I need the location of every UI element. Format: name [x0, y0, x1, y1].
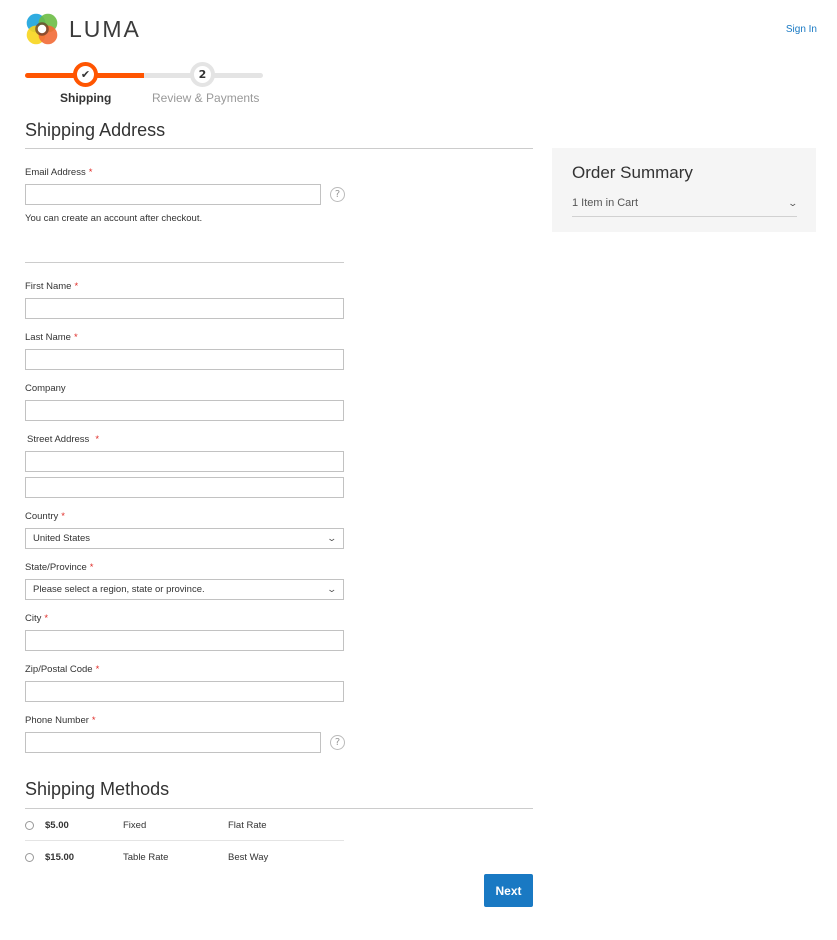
shipping-price: $5.00 [45, 819, 69, 831]
first-name-label: First Name * [25, 281, 79, 292]
email-input[interactable] [25, 184, 321, 205]
account-note: You can create an account after checkout… [25, 213, 203, 224]
shipping-price: $15.00 [45, 851, 75, 863]
divider [25, 262, 344, 263]
shipping-method-radio[interactable] [25, 820, 34, 830]
divider [25, 808, 533, 809]
state-select[interactable]: Please select a region, state or provinc… [25, 579, 344, 600]
shipping-method-row[interactable]: $5.00 Fixed Flat Rate [25, 815, 267, 835]
city-input[interactable] [25, 630, 344, 651]
shipping-method-name: Table Rate [123, 851, 169, 863]
chevron-down-icon: ⌄ [787, 197, 799, 208]
step-shipping-check-icon: ✔ [73, 62, 98, 87]
zip-input[interactable] [25, 681, 344, 702]
last-name-input[interactable] [25, 349, 344, 370]
luma-logo-icon [26, 13, 58, 45]
country-selected-value: United States [33, 533, 91, 544]
city-label: City * [25, 613, 49, 624]
items-in-cart-text: 1 Item in Cart [572, 197, 639, 209]
country-label: Country * [25, 511, 65, 522]
step-review-number: 2 [190, 62, 215, 87]
shipping-method-radio[interactable] [25, 852, 34, 862]
next-button[interactable]: Next [484, 874, 533, 907]
checkout-progress-bar: ✔ 2 Shipping Review & Payments [25, 62, 263, 106]
divider [25, 840, 344, 841]
step-review-payments-label: Review & Payments [152, 91, 260, 105]
shipping-address-title: Shipping Address [25, 120, 166, 140]
state-label: State/Province * [25, 562, 94, 573]
company-input[interactable] [25, 400, 344, 421]
last-name-label: Last Name * [25, 332, 78, 343]
chevron-down-icon: ⌄ [326, 533, 338, 543]
shipping-methods-title: Shipping Methods [25, 779, 170, 799]
street-address-line1-input[interactable] [25, 451, 344, 472]
items-in-cart-toggle[interactable]: 1 Item in Cart ⌄ [572, 190, 799, 217]
first-name-input[interactable] [25, 298, 344, 319]
phone-input[interactable] [25, 732, 321, 753]
chevron-down-icon: ⌄ [326, 584, 338, 594]
shipping-carrier: Best Way [228, 851, 269, 863]
luma-logo[interactable]: LUMA [25, 12, 141, 46]
shipping-method-row[interactable]: $15.00 Table Rate Best Way [25, 847, 268, 867]
shipping-method-name: Fixed [123, 819, 147, 831]
street-address-line2-input[interactable] [25, 477, 344, 498]
sign-in-link[interactable]: Sign In [786, 24, 817, 35]
country-select[interactable]: United States ⌄ [25, 528, 344, 549]
company-label: Company [25, 383, 66, 394]
state-selected-value: Please select a region, state or provinc… [33, 584, 205, 595]
zip-label: Zip/Postal Code * [25, 664, 100, 675]
email-label: Email Address * [25, 167, 93, 178]
order-summary-title: Order Summary [572, 163, 693, 182]
street-address-label: Street Address * [27, 434, 100, 445]
phone-help-icon[interactable]: ? [330, 735, 345, 750]
phone-label: Phone Number * [25, 715, 96, 726]
step-shipping-label: Shipping [60, 91, 112, 105]
shipping-carrier: Flat Rate [228, 819, 267, 831]
email-help-icon[interactable]: ? [330, 187, 345, 202]
logo-text: LUMA [69, 15, 141, 42]
divider [25, 148, 533, 149]
order-summary-panel: Order Summary 1 Item in Cart ⌄ [552, 148, 816, 232]
